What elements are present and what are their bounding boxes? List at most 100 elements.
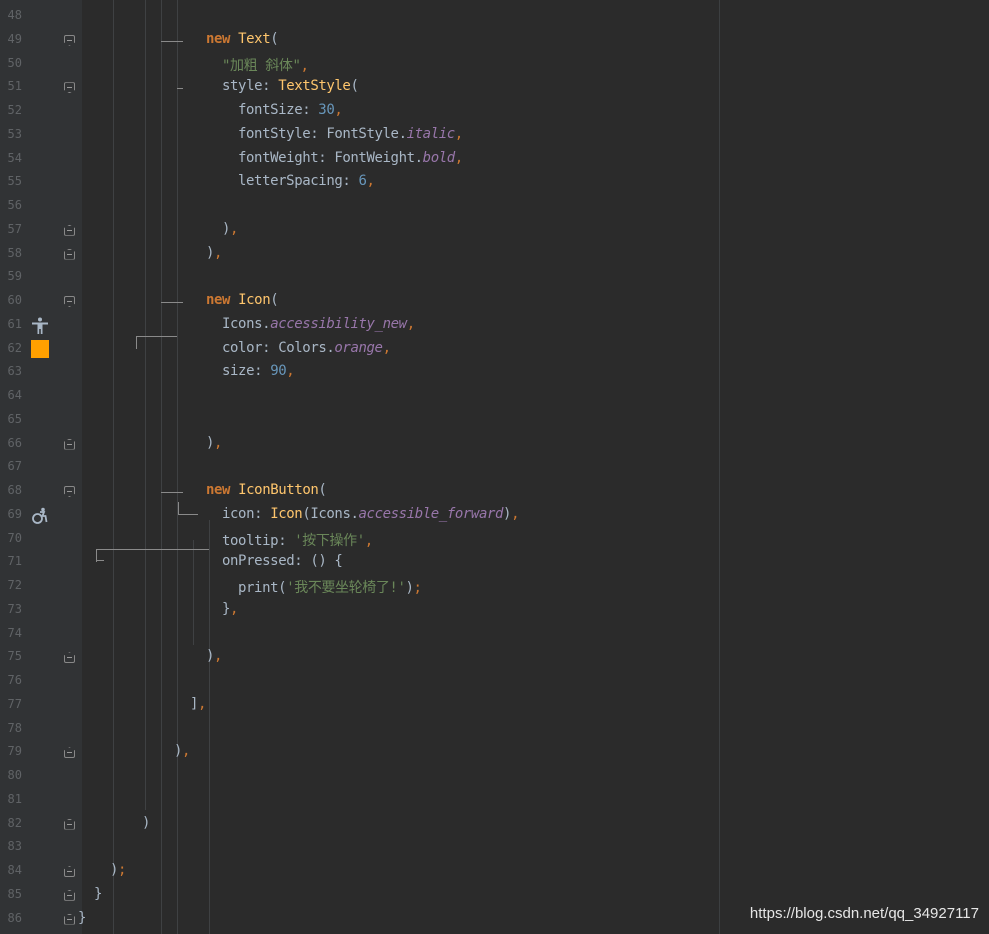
code-line[interactable]: 51 style: TextStyle( [0,76,720,100]
code-text[interactable]: fontSize: 30, [238,102,343,118]
code-token: ( [318,482,327,498]
code-text[interactable]: print('我不要坐轮椅了!'); [238,577,422,597]
fold-toggle-icon[interactable] [64,82,75,94]
code-line[interactable]: 65 [0,409,720,433]
code-editor[interactable]: 48 49 new Text(50 "加粗 斜体", 51 style: TextStyl… [0,0,989,934]
code-line[interactable]: 60 new Icon( [0,290,720,314]
code-text[interactable]: new Text( [206,30,279,47]
code-line[interactable]: 70 tooltip: '按下操作', [0,528,720,552]
code-line[interactable]: 68 new IconButton( [0,480,720,504]
code-text[interactable]: ), [206,435,222,451]
fold-toggle-icon[interactable] [64,913,75,925]
code-line[interactable]: 52 fontSize: 30, [0,100,720,124]
code-token: accessibility_new [270,315,407,332]
code-line[interactable]: 79), [0,741,720,765]
code-line[interactable]: 84); [0,860,720,884]
fold-toggle-icon[interactable] [64,34,75,46]
fold-toggle-icon[interactable] [64,224,75,236]
code-line[interactable]: 85} [0,884,720,908]
code-line[interactable]: 74 [0,623,720,647]
line-number: 82 [7,815,22,830]
code-line[interactable]: 81 [0,789,720,813]
code-text[interactable]: fontWeight: FontWeight.bold, [238,150,463,166]
code-token: } [78,909,87,926]
fold-toggle-icon[interactable] [64,652,75,664]
code-line[interactable]: 63 size: 90, [0,361,720,385]
code-text[interactable]: color: Colors.orange, [222,340,391,356]
fold-toggle-icon[interactable] [64,296,75,307]
code-text[interactable]: new IconButton( [206,482,327,498]
code-line[interactable]: 67 [0,456,720,480]
line-number: 48 [7,8,22,22]
code-text[interactable]: ), [206,648,222,664]
code-line[interactable]: 58), [0,243,720,267]
code-line[interactable]: 64 [0,385,720,409]
code-text[interactable]: }, [222,601,238,617]
code-line[interactable]: 75), [0,646,720,670]
code-line[interactable]: 69 icon: Icon(Icons.accessible_forward), [0,504,720,528]
code-text[interactable]: ), [222,221,238,237]
code-text[interactable]: "加粗 斜体", [222,55,309,75]
code-line[interactable]: 80 [0,765,720,789]
code-line[interactable]: 76 [0,670,720,694]
code-line[interactable]: 66), [0,433,720,457]
code-text[interactable]: ], [190,696,206,712]
code-line[interactable]: 82) [0,813,720,837]
code-text[interactable]: ) [142,815,150,831]
code-text[interactable]: Icons.accessibility_new, [222,316,415,332]
code-line[interactable]: 53 fontStyle: FontStyle.italic, [0,124,720,148]
fold-toggle-icon[interactable] [64,818,75,830]
code-text[interactable]: icon: Icon(Icons.accessible_forward), [222,506,520,522]
code-token: orange [334,339,383,356]
code-token: ) [174,743,183,760]
code-token: "加粗 斜体" [222,57,301,74]
code-text[interactable]: style: TextStyle( [222,78,359,94]
color-preview-swatch[interactable] [31,339,49,358]
code-line[interactable]: 48 [0,5,720,29]
code-text[interactable]: onPressed: () { [222,553,343,570]
fold-toggle-icon[interactable] [64,438,75,450]
line-number: 85 [7,886,22,901]
code-token: ( [350,78,359,95]
code-line[interactable]: 72 print('我不要坐轮椅了!'); [0,575,720,599]
code-text[interactable]: ), [206,245,222,261]
code-text[interactable]: fontStyle: FontStyle.italic, [238,126,463,142]
code-text[interactable]: } [78,910,86,926]
code-line[interactable]: 78 [0,718,720,742]
code-line[interactable]: 62 color: Colors.orange, [0,338,720,362]
code-line[interactable]: 56 [0,195,720,219]
code-line[interactable]: 50 "加粗 斜体", [0,53,720,77]
code-line[interactable]: 86} [0,908,720,932]
fold-toggle-icon[interactable] [64,248,75,260]
code-token: , [214,434,223,451]
line-number: 69 [7,506,22,521]
code-token: italic [406,125,456,142]
fold-toggle-icon[interactable] [64,747,75,759]
fold-toggle-icon[interactable] [64,866,75,877]
fold-toggle-icon[interactable] [64,486,75,497]
code-token: onPressed: () { [222,553,343,570]
code-token: '按下操作' [294,532,365,549]
code-line[interactable]: 49 new Text( [0,29,720,53]
code-token: ; [118,862,127,878]
line-number: 57 [7,221,22,236]
code-line[interactable]: 57), [0,219,720,243]
code-text[interactable]: ); [110,862,126,878]
code-text[interactable]: } [94,886,102,902]
code-line[interactable]: 77], [0,694,720,718]
code-text[interactable]: size: 90, [222,363,295,379]
code-text[interactable]: letterSpacing: 6, [238,173,375,189]
code-text[interactable]: ), [174,743,190,759]
line-number: 79 [7,744,22,759]
code-line[interactable]: 55 letterSpacing: 6, [0,171,720,195]
fold-toggle-icon[interactable] [64,889,75,901]
code-token: , [406,315,415,332]
code-text[interactable]: new Icon( [206,292,279,308]
code-line[interactable]: 54 fontWeight: FontWeight.bold, [0,148,720,172]
code-token: ( [270,30,279,47]
code-line[interactable]: 73}, [0,599,720,623]
code-line[interactable]: 59 [0,266,720,290]
code-line[interactable]: 61 Icons.accessibility_new, [0,314,720,338]
code-text[interactable]: tooltip: '按下操作', [222,530,373,550]
code-line[interactable]: 83 [0,836,720,860]
